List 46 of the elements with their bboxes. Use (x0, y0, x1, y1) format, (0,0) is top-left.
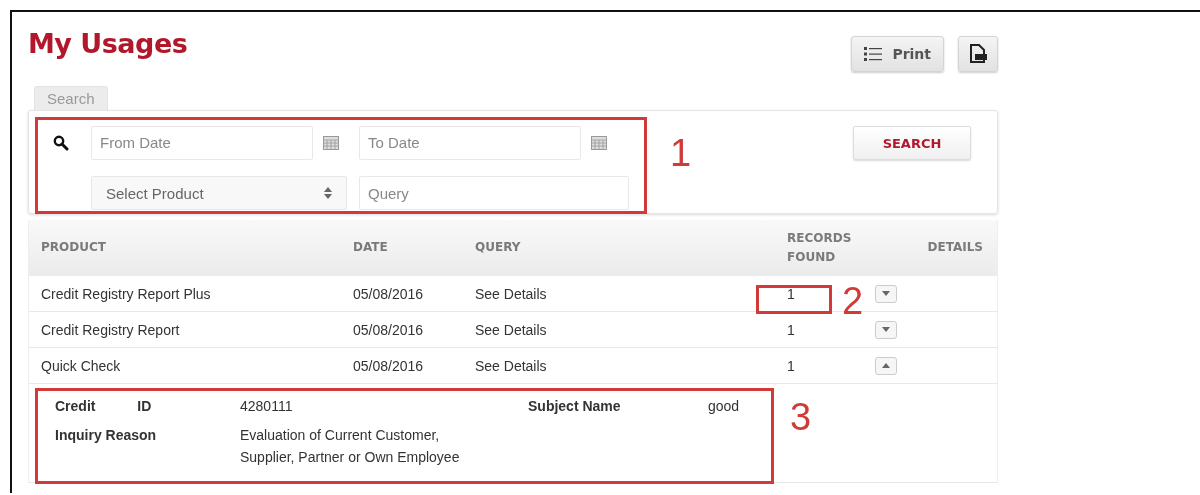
table-cell: See Details (475, 357, 547, 374)
table-cell: See Details (475, 285, 547, 302)
search-icon (53, 134, 69, 151)
table-cell: 05/08/2016 (353, 321, 424, 338)
print-button[interactable]: Print (851, 36, 944, 72)
callout-number: 3 (790, 398, 812, 436)
detail-value: 4280111 (240, 398, 294, 414)
callout-number: 2 (842, 282, 864, 320)
table-cell: Quick Check (41, 357, 121, 374)
product-select[interactable]: Select Product (91, 176, 347, 211)
column-header: QUERY (474, 239, 522, 257)
pdf-button[interactable] (958, 36, 998, 72)
sort-arrows-icon (324, 187, 332, 200)
table-cell: See Details (475, 321, 547, 338)
expand-button[interactable] (875, 284, 897, 303)
collapse-button[interactable] (875, 356, 897, 375)
column-header: DATE (352, 239, 389, 257)
callout-number: 1 (670, 134, 692, 172)
column-header: DETAILS (926, 239, 984, 257)
table-cell: 05/08/2016 (353, 285, 424, 302)
from-date-field[interactable]: From Date (91, 125, 313, 160)
to-date-field[interactable]: To Date (359, 125, 581, 160)
table-cell: 1 (787, 321, 795, 338)
caret-down-icon (882, 327, 890, 332)
detail-label: Subject Name (528, 398, 622, 414)
page-title: My Usages (28, 28, 188, 59)
table-cell: 1 (787, 357, 795, 374)
query-field[interactable]: Query (359, 176, 629, 211)
column-header: PRODUCT (40, 239, 107, 257)
caret-down-icon (882, 291, 890, 296)
table-cell: Credit Registry Report Plus (41, 285, 211, 302)
list-icon (864, 47, 883, 61)
caret-up-icon (882, 363, 890, 368)
detail-value: good (708, 398, 741, 414)
table-cell: 1 (787, 285, 795, 302)
table-cell: 05/08/2016 (353, 357, 424, 374)
calendar-icon[interactable] (591, 135, 607, 150)
detail-label: Inquiry Reason (55, 427, 158, 445)
pdf-file-icon (969, 44, 987, 64)
column-header: RECORDS FOUND (786, 229, 853, 266)
calendar-icon[interactable] (323, 135, 339, 150)
detail-value: Evaluation of Current Customer, Supplier, Partner or Own Employee (240, 426, 461, 468)
detail-label: Credit ID (55, 398, 153, 414)
search-button[interactable]: SEARCH (853, 126, 971, 160)
table-cell: Credit Registry Report (41, 321, 180, 338)
expand-button[interactable] (875, 320, 897, 339)
